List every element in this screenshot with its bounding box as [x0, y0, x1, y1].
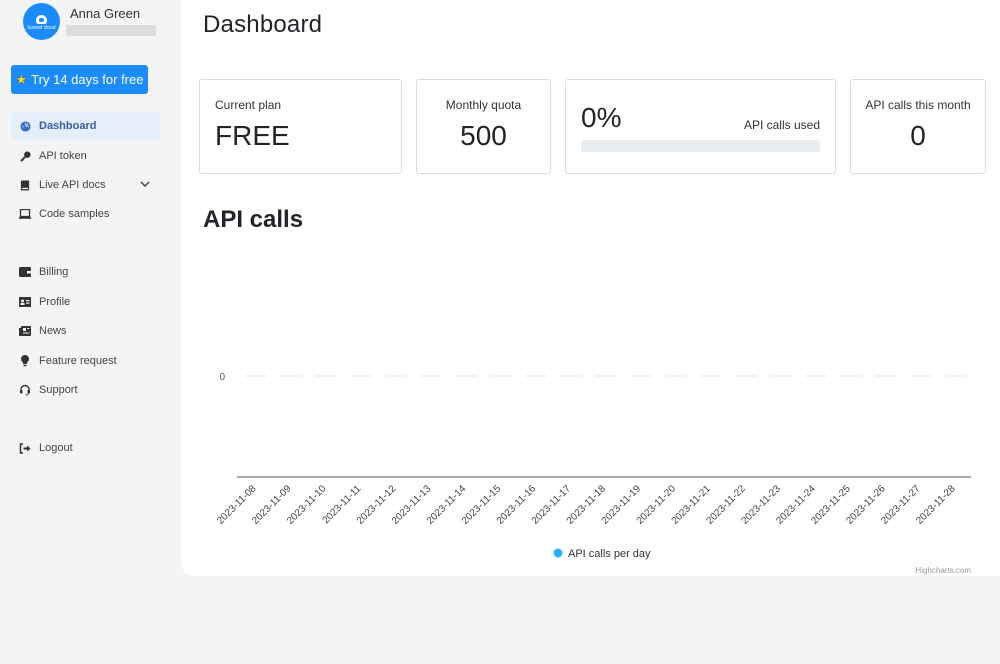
- monthly-quota-value: 500: [460, 120, 507, 151]
- sidebar-item-label: Code samples: [39, 208, 110, 220]
- key-icon: [19, 150, 31, 162]
- page-title: Dashboard: [203, 11, 323, 38]
- sidebar-item-label: Profile: [39, 296, 71, 308]
- sidebar-item-feature-request[interactable]: Feature request: [11, 347, 160, 375]
- sidebar-item-label: API token: [39, 150, 87, 162]
- newspaper-icon: [19, 325, 31, 337]
- current-plan-value: FREE: [215, 120, 290, 151]
- chart-credits[interactable]: Highcharts.com: [915, 566, 971, 575]
- monthly-quota-label: Monthly quota: [445, 98, 522, 112]
- avatar[interactable]: luxand cloud: [23, 3, 60, 40]
- api-calls-chart: 0 2023-11-082023-11-092023-11-102023-11-…: [215, 372, 971, 575]
- monthly-quota-card: Monthly quota 500: [416, 79, 551, 174]
- api-usage-card: 0% API calls used: [565, 79, 836, 174]
- sidebar-item-profile[interactable]: Profile: [11, 288, 160, 316]
- legend-series-marker[interactable]: [553, 548, 563, 558]
- sidebar-item-support[interactable]: Support: [11, 376, 160, 404]
- api-calls-month-label: API calls this month: [865, 98, 971, 112]
- y-tick-label: 0: [219, 372, 225, 383]
- chart-section-title: API calls: [203, 206, 304, 233]
- api-usage-progress-bar: [581, 140, 820, 152]
- api-calls-month-card: API calls this month 0: [850, 79, 986, 174]
- try-free-label: Try 14 days for free: [31, 72, 144, 87]
- sidebar-item-label: Logout: [39, 442, 73, 454]
- logout-icon: [19, 442, 31, 454]
- id-card-icon: [19, 296, 31, 308]
- api-usage-percent: 0%: [581, 102, 622, 133]
- current-plan-card: Current plan FREE: [199, 79, 402, 174]
- cloud-icon: [36, 14, 47, 24]
- api-usage-label: API calls used: [743, 118, 820, 132]
- dashboard-icon: [19, 120, 31, 132]
- avatar-brand-text: luxand cloud: [27, 24, 56, 31]
- sidebar-item-code-samples[interactable]: Code samples: [11, 200, 160, 228]
- chart-x-axis-labels: 2023-11-082023-11-092023-11-102023-11-11…: [215, 483, 958, 527]
- main-panel: Dashboard Current plan FREE Monthly quot…: [181, 0, 1000, 576]
- headset-icon: [19, 384, 31, 396]
- sidebar-item-label: Support: [39, 384, 78, 396]
- sidebar: luxand cloud Anna Green ★ Try 14 days fo…: [0, 0, 181, 664]
- user-name: Anna Green: [70, 6, 141, 21]
- sidebar-item-logout[interactable]: Logout: [11, 434, 160, 462]
- sidebar-item-label: Feature request: [39, 355, 117, 367]
- sidebar-item-label: Billing: [39, 266, 69, 278]
- current-plan-label: Current plan: [215, 98, 282, 112]
- star-icon: ★: [15, 71, 28, 87]
- chart-y-axis: 0: [219, 372, 225, 383]
- sidebar-item-news[interactable]: News: [11, 317, 160, 345]
- book-icon: [19, 179, 31, 191]
- legend-series-label[interactable]: API calls per day: [568, 548, 651, 560]
- sidebar-item-api-token[interactable]: API token: [11, 142, 160, 170]
- try-free-button[interactable]: ★ Try 14 days for free: [11, 65, 148, 94]
- user-email-redacted: [66, 25, 156, 36]
- chevron-down-icon[interactable]: [140, 179, 152, 191]
- chart-legend[interactable]: API calls per day: [553, 548, 652, 560]
- sidebar-item-label: News: [39, 325, 67, 337]
- api-calls-month-value: 0: [910, 120, 926, 151]
- sidebar-item-live-api-docs[interactable]: Live API docs: [11, 171, 160, 199]
- user-profile[interactable]: luxand cloud Anna Green: [23, 3, 156, 40]
- sidebar-item-dashboard[interactable]: Dashboard: [11, 112, 160, 140]
- sidebar-item-billing[interactable]: Billing: [11, 258, 160, 286]
- sidebar-item-label: Live API docs: [39, 179, 106, 191]
- laptop-icon: [19, 208, 31, 220]
- sidebar-item-label: Dashboard: [39, 120, 97, 132]
- wallet-icon: [19, 266, 31, 278]
- lightbulb-icon: [19, 355, 31, 367]
